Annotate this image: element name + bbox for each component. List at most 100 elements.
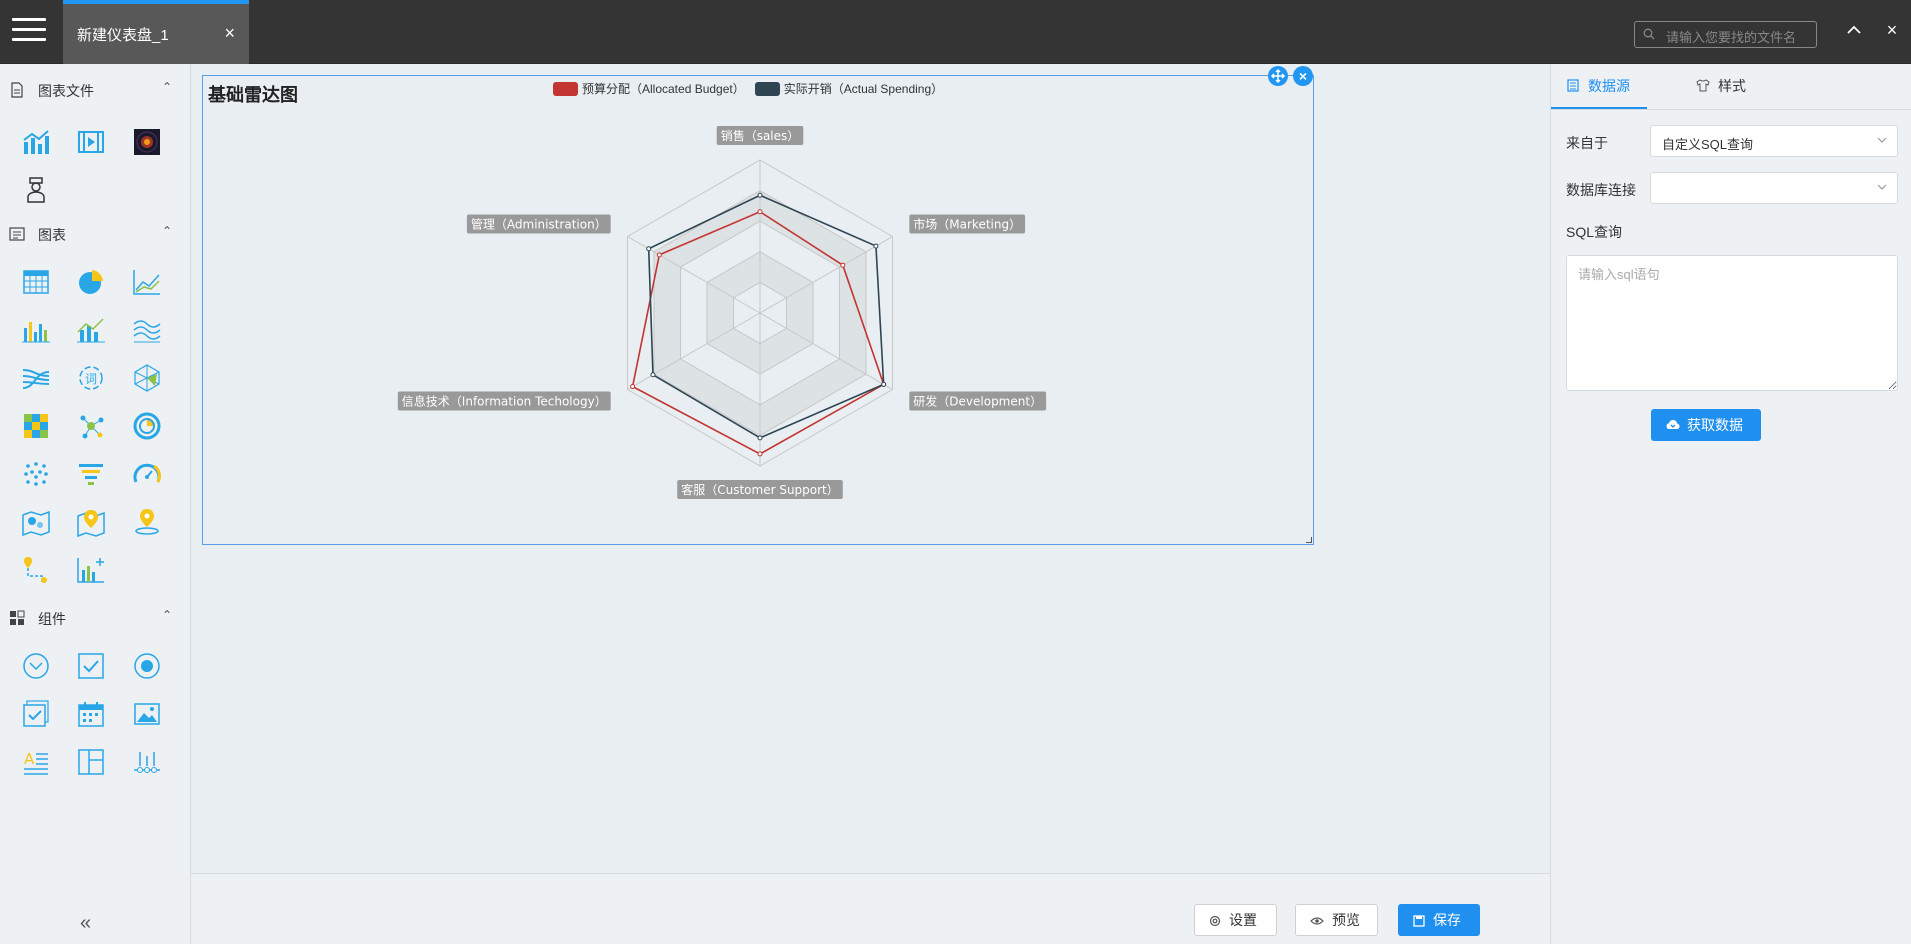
section-components[interactable]: 组件 ⌃ — [0, 604, 190, 632]
menu-icon[interactable] — [12, 18, 46, 46]
location-icon[interactable] — [131, 506, 163, 538]
section-chart-files[interactable]: 图表文件 ⌃ — [0, 76, 190, 104]
tab-datasource-label: 数据源 — [1588, 78, 1630, 94]
video-icon[interactable] — [75, 126, 107, 158]
radio-component-icon[interactable] — [131, 650, 163, 682]
radar-chart-icon[interactable] — [131, 362, 163, 394]
tab-style[interactable]: 样式 — [1696, 64, 1776, 109]
bottom-toolbar: 设置 预览 保存 — [191, 873, 1550, 944]
radar-data-point — [757, 435, 763, 441]
radar-indicator-label: 销售（sales） — [721, 128, 800, 143]
fetch-data-button[interactable]: 获取数据 — [1651, 409, 1761, 441]
svg-text:A: A — [24, 750, 35, 768]
scatter-chart-icon[interactable] — [20, 458, 52, 490]
bar-line-chart-icon[interactable] — [75, 314, 107, 346]
ring-chart-icon[interactable] — [131, 410, 163, 442]
sql-query-input[interactable] — [1566, 255, 1898, 391]
combo-chart-file-icon[interactable] — [20, 126, 52, 158]
graph-network-icon[interactable] — [75, 410, 107, 442]
word-cloud-icon[interactable]: 词 — [75, 362, 107, 394]
chevron-up-icon[interactable] — [1842, 18, 1866, 42]
grid-icon — [10, 610, 25, 625]
resize-handle[interactable] — [1306, 537, 1312, 543]
tab-datasource[interactable]: 数据源 — [1551, 64, 1647, 109]
dropdown-component-icon[interactable] — [20, 650, 52, 682]
multi-checkbox-icon[interactable] — [20, 698, 52, 730]
chevron-up-icon[interactable]: ⌃ — [162, 224, 172, 238]
radar-indicator-label: 信息技术（Information Techology） — [402, 394, 607, 409]
cloud-download-icon — [1666, 420, 1680, 429]
section-charts[interactable]: 图表 ⌃ — [0, 220, 190, 248]
source-label: 来自于 — [1566, 135, 1608, 151]
sankey-chart-icon[interactable] — [20, 362, 52, 394]
db-connection-select[interactable] — [1650, 172, 1898, 204]
source-select[interactable]: 自定义SQL查询 — [1650, 125, 1898, 157]
gear-icon — [1209, 915, 1221, 927]
radar-data-point — [656, 252, 662, 258]
image-thumbnail-icon[interactable] — [131, 126, 163, 158]
sql-query-label: SQL查询 — [1566, 224, 1623, 240]
preview-button[interactable]: 预览 — [1295, 904, 1378, 936]
file-search-input[interactable]: 请输入您要找的文件名 — [1634, 21, 1817, 48]
gauge-icon[interactable] — [131, 458, 163, 490]
line-chart-icon[interactable] — [131, 266, 163, 298]
tab-close-icon[interactable]: × — [224, 23, 235, 44]
section-title: 图表文件 — [38, 83, 94, 99]
list-icon — [9, 227, 25, 241]
tab-label: 新建仪表盘_1 — [77, 27, 169, 44]
radar-data-point — [757, 192, 763, 198]
svg-text:词: 词 — [85, 372, 97, 386]
route-icon[interactable] — [20, 554, 52, 586]
table-chart-icon[interactable] — [20, 266, 52, 298]
pie-chart-icon[interactable] — [75, 266, 107, 298]
map-pin-icon[interactable] — [75, 506, 107, 538]
checkbox-component-icon[interactable] — [75, 650, 107, 682]
source-select-value: 自定义SQL查询 — [1662, 137, 1754, 152]
preview-label: 预览 — [1332, 912, 1360, 928]
layout-component-icon[interactable] — [75, 746, 107, 778]
radar-data-point — [873, 243, 879, 249]
close-icon[interactable]: × — [1880, 18, 1904, 42]
radar-data-point — [881, 381, 887, 387]
chevron-down-icon — [1877, 137, 1887, 143]
radar-chart: 销售（sales） 市场（Marketing） 研发（Development） 客服（… — [397, 126, 1047, 499]
add-chart-icon[interactable] — [75, 554, 107, 586]
chevron-up-icon[interactable]: ⌃ — [162, 80, 172, 94]
person-icon[interactable] — [20, 174, 52, 206]
settings-button[interactable]: 设置 — [1194, 904, 1277, 936]
area-chart-icon[interactable] — [131, 314, 163, 346]
save-label: 保存 — [1433, 912, 1461, 928]
top-bar: 新建仪表盘_1 × 请输入您要找的文件名 × — [0, 0, 1911, 64]
slider-component-icon[interactable] — [131, 746, 163, 778]
properties-panel: 数据源 样式 来自于 自定义SQL查询 数据库连接 SQL查询 获取数据 — [1550, 64, 1911, 944]
bar-chart-icon[interactable] — [20, 314, 52, 346]
tab-divider — [1551, 109, 1911, 110]
component-sidebar: 图表文件 ⌃ 图表 ⌃ 词 组件 ⌃ A « — [0, 64, 191, 944]
radar-indicator-label: 市场（Marketing） — [913, 217, 1021, 232]
collapse-sidebar-icon[interactable]: « — [80, 912, 91, 935]
tab-style-label: 样式 — [1718, 78, 1746, 94]
widget-close-icon[interactable]: × — [1293, 66, 1313, 86]
radar-chart-widget[interactable]: 基础雷达图 预算分配（Allocated Budget） 实际开销（Actual … — [202, 75, 1314, 545]
funnel-chart-icon[interactable] — [75, 458, 107, 490]
radar-data-point — [630, 384, 636, 390]
image-component-icon[interactable] — [131, 698, 163, 730]
search-placeholder: 请输入您要找的文件名 — [1666, 30, 1797, 45]
tab-dashboard[interactable]: 新建仪表盘_1 × — [63, 0, 249, 64]
radar-data-point — [757, 209, 763, 215]
radar-indicator-label: 研发（Development） — [913, 394, 1042, 409]
heatmap-icon[interactable] — [20, 410, 52, 442]
shirt-icon — [1696, 79, 1710, 92]
calendar-icon[interactable] — [75, 698, 107, 730]
move-icon[interactable] — [1268, 66, 1288, 86]
radar-indicator-label: 客服（Customer Support） — [681, 482, 839, 497]
file-icon — [11, 82, 23, 98]
map-icon[interactable] — [20, 506, 52, 538]
text-component-icon[interactable]: A — [20, 746, 52, 778]
save-button[interactable]: 保存 — [1398, 904, 1480, 936]
settings-label: 设置 — [1229, 912, 1257, 928]
chevron-up-icon[interactable]: ⌃ — [162, 608, 172, 622]
radar-data-point — [757, 451, 763, 457]
section-title: 组件 — [38, 611, 66, 627]
radar-data-point — [840, 262, 846, 268]
